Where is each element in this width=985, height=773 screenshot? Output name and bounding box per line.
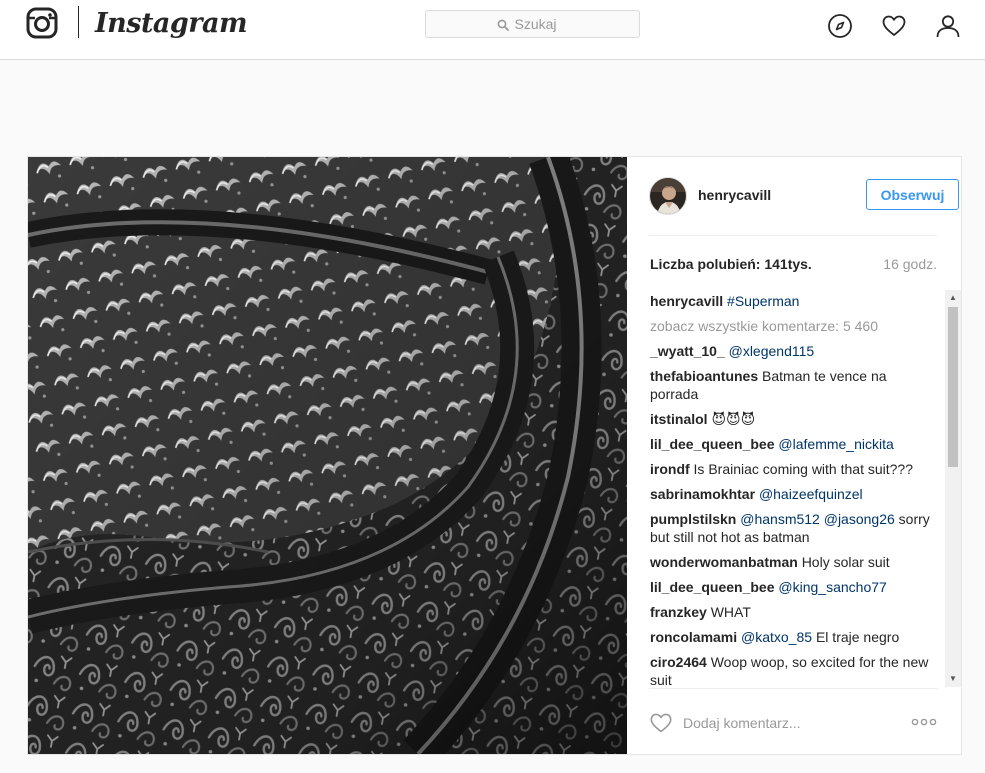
post-header: henrycavill Obserwuj [649,157,959,236]
comment-item: lil_dee_queen_bee @lafemme_nickita [650,435,938,453]
comment-item: roncolamami @katxo_85 El traje negro [650,628,938,646]
search-input[interactable] [514,16,569,32]
comment-username[interactable]: thefabioantunes [650,368,758,384]
comment-mention[interactable]: @hansm512 @jasong26 [740,511,895,527]
instagram-wordmark[interactable]: Instagram [95,4,248,44]
comment-mention[interactable]: @haizeefquinzel [759,486,863,502]
post-timestamp[interactable]: 16 godz. [883,256,937,272]
comment-username[interactable]: lil_dee_queen_bee [650,579,775,595]
comment-text: 😈😈😈 [711,411,756,427]
comments-list: henrycavill #Superman zobacz wszystkie k… [650,292,938,685]
avatar[interactable] [649,177,687,215]
comment-item: sabrinamokhtar @haizeefquinzel [650,485,938,503]
armor-pattern-image [28,157,627,754]
comment-username[interactable]: ciro2464 [650,654,707,670]
more-options-icon[interactable] [911,715,937,729]
logo-divider [78,6,79,38]
comment-item: pumplstilskn @hansm512 @jasong26 sorry b… [650,510,938,546]
post-author-username[interactable]: henrycavill [698,187,771,203]
comment-item: ciro2464 Woop woop, so excited for the n… [650,653,938,685]
activity-heart-icon[interactable] [881,13,907,39]
post-sidebar: henrycavill Obserwuj Liczba polubień: 14… [627,157,961,754]
comment-username[interactable]: sabrinamokhtar [650,486,755,502]
caption-author[interactable]: henrycavill [650,293,723,309]
comment-username[interactable]: _wyatt_10_ [650,343,725,359]
comment-item: lil_dee_queen_bee @king_sancho77 [650,578,938,596]
post-footer [649,688,939,755]
comment-username[interactable]: roncolamami [650,629,737,645]
comment-item: thefabioantunes Batman te vence na porra… [650,367,938,403]
comment-text: Is Brainiac coming with that suit??? [693,461,913,477]
comment-item: itstinalol 😈😈😈 [650,410,938,428]
comment-username[interactable]: pumplstilskn [650,511,736,527]
likes-count[interactable]: Liczba polubień: 141tys. [650,256,812,272]
comment-text: WHAT [710,604,751,620]
post-card: henrycavill Obserwuj Liczba polubień: 14… [27,156,962,755]
search-icon [497,18,509,31]
scroll-down-arrow-icon[interactable]: ▼ [945,671,961,687]
explore-compass-icon[interactable] [827,13,853,39]
comment-text: Holy solar suit [801,554,890,570]
comment-mention[interactable]: @king_sancho77 [778,579,886,595]
comment-item: _wyatt_10_ @xlegend115 [650,342,938,360]
comment-username[interactable]: lil_dee_queen_bee [650,436,775,452]
comment-username[interactable]: wonderwomanbatman [650,554,798,570]
search-box[interactable] [425,10,640,38]
like-heart-icon[interactable] [649,711,673,735]
comment-username[interactable]: itstinalol [650,411,708,427]
comment-item: franzkey WHAT [650,603,938,621]
post-photo[interactable] [28,157,627,754]
view-all-comments-link[interactable]: zobacz wszystkie komentarze: 5 460 [650,317,938,335]
add-comment-input[interactable] [683,711,903,735]
comment-item: irondf Is Brainiac coming with that suit… [650,460,938,478]
comment-mention[interactable]: @xlegend115 [729,343,815,359]
caption-hashtag[interactable]: #Superman [727,293,799,309]
comment-text: El traje negro [815,629,900,645]
comment-mention[interactable]: @lafemme_nickita [778,436,893,452]
scroll-thumb[interactable] [948,307,958,467]
follow-button[interactable]: Obserwuj [866,179,959,210]
comment-item: wonderwomanbatman Holy solar suit [650,553,938,571]
instagram-camera-icon[interactable] [26,7,58,39]
comment-username[interactable]: irondf [650,461,690,477]
comment-username[interactable]: franzkey [650,604,707,620]
comments-scrollbar[interactable]: ▲ ▼ [945,290,961,687]
comment-mention[interactable]: @katxo_85 [741,629,812,645]
profile-person-icon[interactable] [935,13,961,39]
scroll-up-arrow-icon[interactable]: ▲ [945,290,961,306]
top-navigation-bar: Instagram [0,0,985,60]
caption: henrycavill #Superman [650,292,938,310]
